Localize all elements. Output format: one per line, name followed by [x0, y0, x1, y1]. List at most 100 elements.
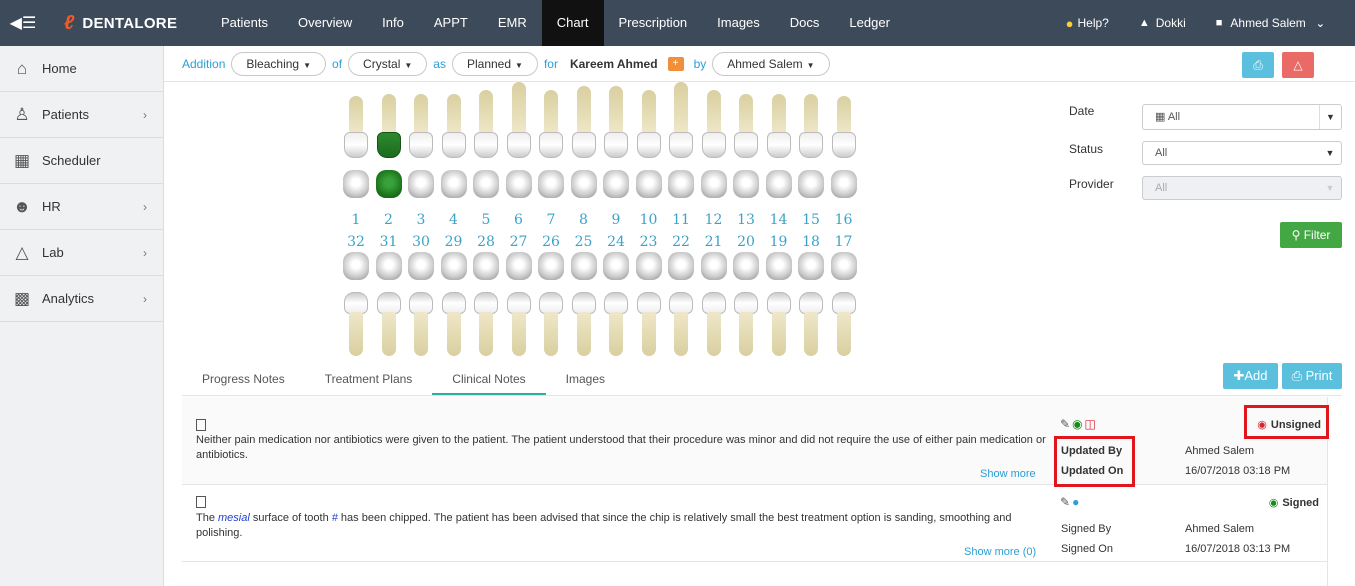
nav-overview[interactable]: Overview: [283, 0, 367, 46]
updated-by-value: Ahmed Salem: [1185, 445, 1255, 457]
comment-icon[interactable]: ●: [1072, 495, 1079, 509]
sidebar-item-scheduler[interactable]: ▦ Scheduler: [0, 138, 163, 184]
tooth-31[interactable]: 31: [373, 92, 405, 357]
tab-treatment-plans[interactable]: Treatment Plans: [305, 362, 433, 395]
tooth-number[interactable]: 24: [600, 234, 632, 250]
chevron-right-icon: ›: [143, 199, 147, 214]
sidebar-item-patients[interactable]: ♙ Patients ›: [0, 92, 163, 138]
tooth-22[interactable]: 22: [665, 92, 697, 357]
tooth-number[interactable]: 30: [405, 234, 437, 250]
tooth-occlusal: [473, 252, 499, 280]
lock-icon[interactable]: ◉: [1072, 417, 1082, 431]
tooth-20[interactable]: 20: [730, 92, 762, 357]
print-notes-button[interactable]: ⎙ Print: [1282, 363, 1342, 389]
tooth-29[interactable]: 29: [438, 92, 470, 357]
lock-icon: ◉: [1268, 497, 1279, 509]
tooth-18[interactable]: 18: [795, 92, 827, 357]
tooth-19[interactable]: 19: [763, 92, 795, 357]
tooth-root: [544, 312, 558, 356]
tooth-32[interactable]: 32: [340, 92, 372, 357]
tooth-number[interactable]: 21: [698, 234, 730, 250]
tooth-number[interactable]: 27: [503, 234, 535, 250]
edit-icon[interactable]: ✎: [1060, 495, 1070, 509]
medical-kit-icon[interactable]: +: [667, 56, 684, 71]
tooth-24[interactable]: 24: [600, 92, 632, 357]
sidebar-item-lab[interactable]: △ Lab ›: [0, 230, 163, 276]
sitemap-icon: ▲: [1138, 17, 1150, 29]
tooth-number[interactable]: 22: [665, 234, 697, 250]
status-label: Signed: [1282, 496, 1319, 509]
trash-icon[interactable]: ◫: [1085, 417, 1096, 431]
tooth-23[interactable]: 23: [633, 92, 665, 357]
tooth-17[interactable]: 17: [828, 92, 860, 357]
status-filter-select[interactable]: All ▼: [1142, 141, 1342, 165]
clinic-selector[interactable]: ▲ Dokki: [1139, 16, 1186, 30]
show-more-link[interactable]: Show more: [980, 468, 1036, 480]
sidebar-item-analytics[interactable]: ▩ Analytics ›: [0, 276, 163, 322]
tooth-number[interactable]: 25: [568, 234, 600, 250]
nav-docs[interactable]: Docs: [775, 0, 835, 46]
lab-order-button[interactable]: △: [1282, 52, 1314, 78]
tooth-number[interactable]: 17: [828, 234, 860, 250]
provider-dropdown[interactable]: Ahmed Salem ▼: [712, 51, 830, 76]
sidebar-item-label: HR: [42, 199, 61, 214]
tooth-28[interactable]: 28: [470, 92, 502, 357]
menu-toggle-icon[interactable]: ◀☰: [0, 0, 46, 46]
nav-emr[interactable]: EMR: [483, 0, 542, 46]
tooth-30[interactable]: 30: [405, 92, 437, 357]
date-filter-select[interactable]: ▦ All ▼: [1142, 104, 1342, 130]
provider-value: Ahmed Salem: [727, 56, 803, 71]
show-more-link[interactable]: Show more (0): [964, 546, 1036, 558]
nav-info[interactable]: Info: [367, 0, 419, 46]
tooth-number[interactable]: 20: [730, 234, 762, 250]
tooth-root: [836, 312, 851, 356]
material-value: Crystal: [363, 56, 401, 71]
nav-appt[interactable]: APPT: [419, 0, 483, 46]
tooth-27[interactable]: 27: [503, 92, 535, 357]
status-dropdown[interactable]: Planned ▼: [451, 51, 538, 76]
note-text: Neither pain medication nor antibiotics …: [196, 434, 1046, 461]
tooth-number[interactable]: 31: [373, 234, 405, 250]
tooth-number[interactable]: 19: [763, 234, 795, 250]
printer-icon: ⎙: [1253, 58, 1263, 72]
tooth-26[interactable]: 26: [535, 92, 567, 357]
search-icon: ⚲: [1291, 228, 1304, 242]
sidebar-item-label: Patients: [42, 107, 89, 122]
tooth-number[interactable]: 26: [535, 234, 567, 250]
add-note-button[interactable]: ✚Add: [1223, 363, 1278, 389]
sidebar-item-label: Scheduler: [42, 153, 101, 168]
print-button-label: Print: [1305, 368, 1333, 383]
nav-prescription[interactable]: Prescription: [604, 0, 703, 46]
sidebar-item-home[interactable]: ⌂ Home: [0, 46, 163, 92]
sidebar-item-hr[interactable]: ☻ HR ›: [0, 184, 163, 230]
help-link[interactable]: ● Help?: [1066, 16, 1109, 31]
surface-term: mesial: [218, 512, 250, 524]
tooth-crown: [539, 292, 563, 314]
tooth-number[interactable]: 23: [633, 234, 665, 250]
tooth-number[interactable]: 32: [340, 234, 372, 250]
tab-progress-notes[interactable]: Progress Notes: [182, 362, 305, 395]
tab-clinical-notes[interactable]: Clinical Notes: [432, 362, 546, 395]
provider-filter-select[interactable]: All ▼: [1142, 176, 1342, 200]
edit-icon[interactable]: ✎: [1060, 417, 1070, 431]
user-name: Ahmed Salem: [1230, 16, 1306, 30]
tooth-21[interactable]: 21: [698, 92, 730, 357]
nav-images[interactable]: Images: [702, 0, 775, 46]
user-menu[interactable]: ■ Ahmed Salem ⌄: [1216, 16, 1325, 30]
tooth-number[interactable]: 29: [438, 234, 470, 250]
lock-icon: ■: [1215, 17, 1223, 29]
brand[interactable]: ℓ DENTALORE: [64, 12, 194, 35]
tooth-25[interactable]: 25: [568, 92, 600, 357]
material-dropdown[interactable]: Crystal ▼: [348, 51, 428, 76]
filter-button[interactable]: ⚲ Filter: [1280, 222, 1342, 248]
print-chart-button[interactable]: ⎙: [1242, 52, 1274, 78]
tab-images[interactable]: Images: [546, 362, 625, 395]
procedure-dropdown[interactable]: Bleaching ▼: [231, 51, 327, 76]
tooth-number[interactable]: 18: [795, 234, 827, 250]
nav-ledger[interactable]: Ledger: [834, 0, 904, 46]
nav-patients[interactable]: Patients: [206, 0, 283, 46]
tooth-number[interactable]: 28: [470, 234, 502, 250]
caret-down-icon: ▼: [1325, 148, 1335, 158]
highlight-box-updated: [1054, 436, 1135, 487]
nav-chart[interactable]: Chart: [541, 0, 604, 46]
